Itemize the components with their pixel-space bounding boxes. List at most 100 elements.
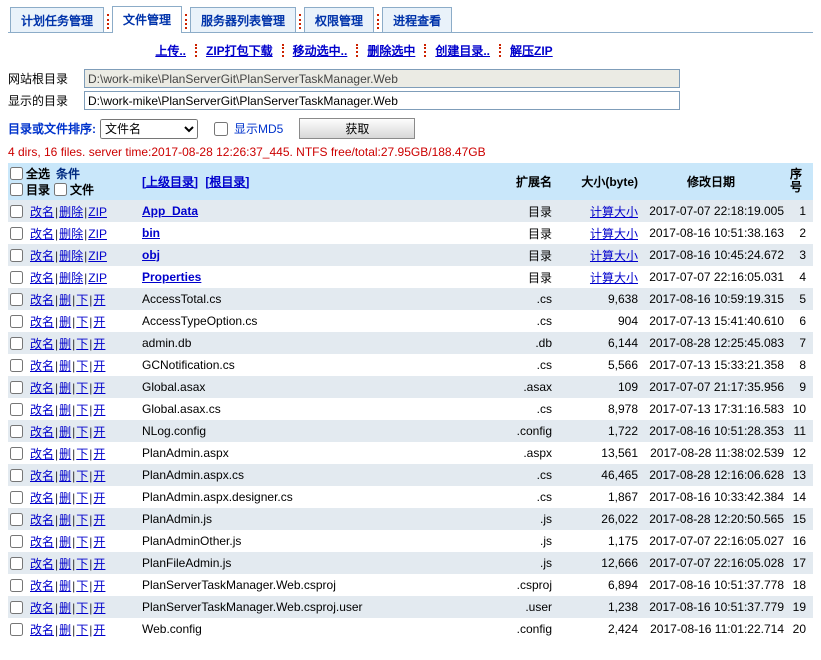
action-link[interactable]: ZIP <box>88 205 107 219</box>
action-link[interactable]: 删 <box>59 601 71 615</box>
file-filter-checkbox[interactable] <box>54 182 68 196</box>
toolbar-link-1[interactable]: 上传.. <box>155 42 186 59</box>
root-dir-link[interactable]: [根目录] <box>205 175 249 189</box>
row-checkbox[interactable] <box>10 513 23 527</box>
action-link[interactable]: 改名 <box>30 557 54 571</box>
toolbar-link-4[interactable]: 删除选中 <box>367 42 415 59</box>
action-link[interactable]: 删 <box>59 337 71 351</box>
row-checkbox[interactable] <box>10 425 23 439</box>
dir-name-link[interactable]: obj <box>142 248 160 262</box>
row-checkbox[interactable] <box>10 491 23 505</box>
tab-item-5[interactable]: 进程查看 <box>382 7 453 32</box>
tab-item-4[interactable]: 权限管理 <box>304 7 375 32</box>
action-link[interactable]: 改名 <box>30 381 54 395</box>
row-checkbox[interactable] <box>10 623 23 637</box>
action-link[interactable]: 改名 <box>30 425 54 439</box>
action-link[interactable]: 开 <box>93 359 105 373</box>
calc-size-link[interactable]: 计算大小 <box>590 227 638 241</box>
action-link[interactable]: 删 <box>59 623 71 637</box>
tab-item-3[interactable]: 服务器列表管理 <box>190 7 297 32</box>
action-link[interactable]: 下 <box>76 491 88 505</box>
fetch-button[interactable]: 获取 <box>299 118 416 139</box>
dir-name-link[interactable]: Properties <box>142 270 201 284</box>
action-link[interactable]: 改名 <box>30 491 54 505</box>
action-link[interactable]: 删 <box>59 535 71 549</box>
action-link[interactable]: 改名 <box>30 623 54 637</box>
row-checkbox[interactable] <box>10 403 23 417</box>
action-link[interactable]: 下 <box>76 623 88 637</box>
action-link[interactable]: 改名 <box>30 601 54 615</box>
action-link[interactable]: 下 <box>76 447 88 461</box>
action-link[interactable]: 下 <box>76 315 88 329</box>
action-link[interactable]: 删 <box>59 447 71 461</box>
tab-item-1[interactable]: 计划任务管理 <box>10 7 105 32</box>
action-link[interactable]: 删 <box>59 491 71 505</box>
action-link[interactable]: 删 <box>59 513 71 527</box>
action-link[interactable]: 开 <box>93 579 105 593</box>
row-checkbox[interactable] <box>10 337 23 351</box>
action-link[interactable]: 下 <box>76 469 88 483</box>
row-checkbox[interactable] <box>10 315 23 329</box>
action-link[interactable]: 删 <box>59 469 71 483</box>
calc-size-link[interactable]: 计算大小 <box>590 205 638 219</box>
action-link[interactable]: 改名 <box>30 249 54 263</box>
parent-dir-link[interactable]: [上级目录] <box>142 175 198 189</box>
row-checkbox[interactable] <box>10 271 23 285</box>
toolbar-link-5[interactable]: 创建目录.. <box>435 42 490 59</box>
action-link[interactable]: 开 <box>93 447 105 461</box>
action-link[interactable]: 删 <box>59 315 71 329</box>
action-link[interactable]: 开 <box>93 425 105 439</box>
calc-size-link[interactable]: 计算大小 <box>590 249 638 263</box>
action-link[interactable]: 开 <box>93 293 105 307</box>
row-checkbox[interactable] <box>10 293 23 307</box>
md5-checkbox[interactable] <box>214 121 228 136</box>
row-checkbox[interactable] <box>10 359 23 373</box>
action-link[interactable]: 删除 <box>59 227 83 241</box>
action-link[interactable]: 删除 <box>59 271 83 285</box>
toolbar-link-6[interactable]: 解压ZIP <box>510 42 553 59</box>
action-link[interactable]: 改名 <box>30 535 54 549</box>
dir-name-link[interactable]: bin <box>142 226 160 240</box>
row-checkbox[interactable] <box>10 447 23 461</box>
action-link[interactable]: 开 <box>93 623 105 637</box>
row-checkbox[interactable] <box>10 557 23 571</box>
row-checkbox[interactable] <box>10 249 23 263</box>
action-link[interactable]: 下 <box>76 293 88 307</box>
row-checkbox[interactable] <box>10 579 23 593</box>
row-checkbox[interactable] <box>10 205 23 219</box>
action-link[interactable]: 改名 <box>30 337 54 351</box>
action-link[interactable]: 下 <box>76 337 88 351</box>
action-link[interactable]: 改名 <box>30 359 54 373</box>
sort-select[interactable]: 文件名 <box>100 118 198 139</box>
dir-name-link[interactable]: App_Data <box>142 204 198 218</box>
action-link[interactable]: 删 <box>59 579 71 593</box>
action-link[interactable]: 下 <box>76 601 88 615</box>
action-link[interactable]: 删除 <box>59 205 83 219</box>
display-dir-input[interactable] <box>84 91 680 110</box>
action-link[interactable]: 下 <box>76 557 88 571</box>
toolbar-link-3[interactable]: 移动选中.. <box>293 42 348 59</box>
action-link[interactable]: 下 <box>76 359 88 373</box>
action-link[interactable]: 改名 <box>30 447 54 461</box>
action-link[interactable]: 改名 <box>30 315 54 329</box>
action-link[interactable]: 删 <box>59 381 71 395</box>
toolbar-link-2[interactable]: ZIP打包下载 <box>206 42 273 59</box>
action-link[interactable]: 改名 <box>30 579 54 593</box>
action-link[interactable]: 改名 <box>30 513 54 527</box>
action-link[interactable]: ZIP <box>88 249 107 263</box>
action-link[interactable]: 开 <box>93 601 105 615</box>
action-link[interactable]: 下 <box>76 579 88 593</box>
tab-item-2[interactable]: 文件管理 <box>112 6 183 33</box>
action-link[interactable]: 删 <box>59 557 71 571</box>
action-link[interactable]: 开 <box>93 403 105 417</box>
action-link[interactable]: 开 <box>93 469 105 483</box>
row-checkbox[interactable] <box>10 227 23 241</box>
action-link[interactable]: 删 <box>59 293 71 307</box>
action-link[interactable]: 开 <box>93 513 105 527</box>
action-link[interactable]: 改名 <box>30 469 54 483</box>
action-link[interactable]: 改名 <box>30 271 54 285</box>
action-link[interactable]: 改名 <box>30 205 54 219</box>
action-link[interactable]: 开 <box>93 315 105 329</box>
action-link[interactable]: 下 <box>76 425 88 439</box>
action-link[interactable]: 删 <box>59 359 71 373</box>
